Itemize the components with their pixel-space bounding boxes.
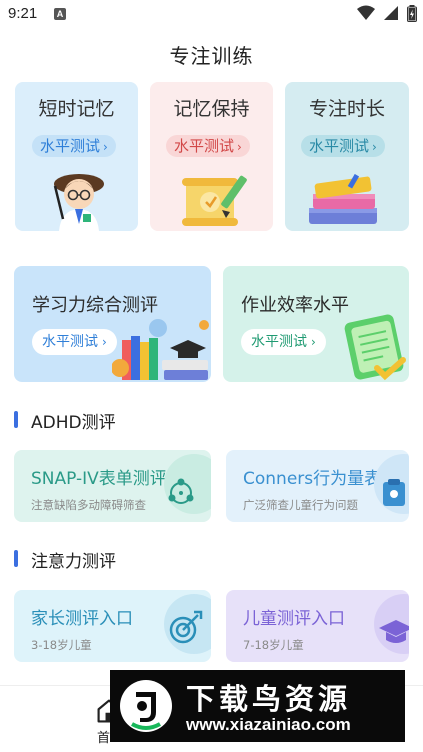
chevron-right-icon: › [102,335,107,349]
scroll-pencil-illustration [182,175,247,226]
level-test-label: 水平测试 [42,334,98,350]
status-bar: 9:21 A [0,0,423,30]
homework-efficiency-card[interactable]: 作业效率水平 水平测试 › [223,266,409,382]
level-test-button[interactable]: 水平测试 › [241,329,326,355]
parent-assessment-card[interactable]: 家长测评入口 3-18岁儿童 [14,590,211,662]
notebook-check-illustration [344,314,406,381]
battery-icon [407,5,417,22]
card-title: 作业效率水平 [241,295,349,316]
signal-icon [383,6,398,20]
level-test-label: 水平测试 [40,137,101,155]
wifi-icon [356,5,375,20]
child-assessment-card[interactable]: 儿童测评入口 7-18岁儿童 [226,590,409,662]
chevron-right-icon: › [103,140,108,154]
learning-ability-card[interactable]: 学习力综合测评 水平测试 › [14,266,211,382]
watermark-logo [120,680,172,732]
focus-duration-card[interactable]: 专注时长 水平测试 › [285,82,409,231]
memory-retention-card[interactable]: 记忆保持 水平测试 › [150,82,273,231]
tab-home-label[interactable]: 首 [97,727,110,746]
level-test-button[interactable]: 水平测试 › [32,329,117,355]
level-test-button[interactable]: 水平测试 › [166,135,250,157]
clipboard-icon [374,454,409,514]
short-term-memory-card[interactable]: 短时记忆 水平测试 › [15,82,138,231]
level-test-label: 水平测试 [309,137,370,155]
section-marker [14,411,18,428]
card-title: 记忆保持 [173,98,250,120]
level-test-label: 水平测试 [174,137,235,155]
status-time: 9:21 [8,5,38,22]
watermark-url: www.xiazainiao.com [186,715,351,734]
card-title: 短时记忆 [38,98,115,120]
card-title: SNAP-IV表单测评 [31,469,167,489]
card-subtitle: 3-18岁儿童 [31,638,92,652]
level-test-button[interactable]: 水平测试 › [32,135,116,157]
chevron-right-icon: › [237,140,242,154]
page-title: 专注训练 [169,44,254,68]
section-title: ADHD测评 [31,413,116,433]
level-test-label: 水平测试 [251,334,307,350]
card-subtitle: 广泛筛查儿童行为问题 [243,498,358,512]
notification-icon: A [54,8,66,20]
card-title: Conners行为量表 [243,469,382,489]
target-icon [164,594,211,654]
network-icon [164,454,211,514]
section-marker [14,550,18,567]
chevron-right-icon: › [372,140,377,154]
status-icons [353,5,417,23]
level-test-button[interactable]: 水平测试 › [301,135,385,157]
teacher-illustration [53,174,104,231]
watermark-title: 下载鸟资源 [186,682,352,716]
books-grad-cap-illustration [112,319,209,380]
card-title: 专注时长 [308,98,385,120]
chevron-right-icon: › [311,335,316,349]
grad-cap-icon [374,594,409,654]
card-title: 家长测评入口 [31,609,133,629]
books-illustration [309,174,377,224]
card-subtitle: 注意缺陷多动障碍筛查 [31,498,146,512]
card-subtitle: 7-18岁儿童 [243,638,304,652]
section-title: 注意力测评 [31,552,116,572]
card-title: 儿童测评入口 [243,609,345,629]
snap-iv-card[interactable]: SNAP-IV表单测评 注意缺陷多动障碍筛查 [14,450,211,522]
conners-card[interactable]: Conners行为量表 广泛筛查儿童行为问题 [226,450,409,522]
watermark-banner: 下载鸟资源 www.xiazainiao.com [110,670,405,742]
